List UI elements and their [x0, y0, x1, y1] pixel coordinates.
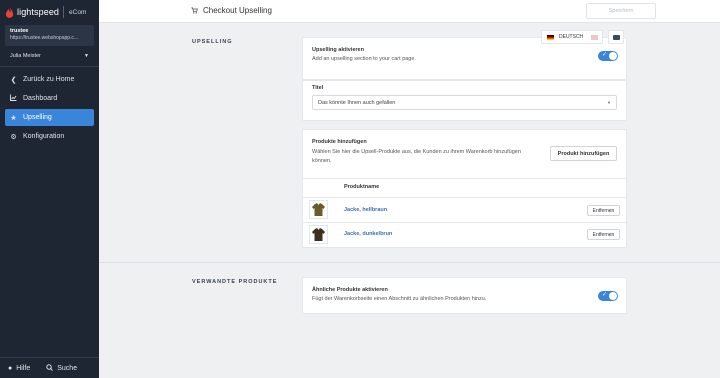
language-label: DEUTSCH	[559, 34, 584, 40]
table-divider	[302, 197, 627, 198]
related-products-description: Fügt der Warenkorbseite einen Abschnitt …	[312, 296, 487, 302]
section-label-related-products: VERWANDTE PRODUKTE	[192, 279, 278, 285]
products-title: Produkte hinzufügen	[312, 139, 367, 145]
sidebar-item-label: Dashboard	[23, 95, 58, 102]
toggle-knob	[609, 52, 617, 60]
activate-upselling-title: Upselling aktivieren	[312, 47, 364, 53]
shop-name: trustee	[10, 28, 29, 34]
sidebar-item-upselling[interactable]: ★ Upselling	[5, 109, 94, 126]
title-label: Titel	[312, 85, 324, 91]
related-products-title: Ähnliche Produkte aktivieren	[312, 287, 388, 293]
help-label: Hilfe	[16, 364, 31, 372]
add-product-button[interactable]: Produkt hinzufügen	[550, 146, 617, 161]
language-switcher[interactable]: DEUTSCH	[541, 30, 603, 44]
save-button[interactable]: Speichern	[586, 3, 656, 19]
product-link[interactable]: Jacke, dunkelbrun	[344, 231, 392, 237]
lightspeed-logo-icon	[5, 6, 14, 18]
brand-name: lightspeed	[17, 7, 60, 17]
page-title: Checkout Upselling	[203, 6, 272, 15]
jacket-icon	[312, 228, 325, 241]
caret-down-icon: ▼	[84, 53, 89, 59]
product-link[interactable]: Jacke, hellbraun	[344, 207, 387, 213]
section-label-upselling: UPSELLING	[192, 39, 233, 45]
brand-product: eCom	[69, 8, 87, 16]
related-products-toggle[interactable]: ✓	[598, 291, 618, 301]
german-flag-icon	[547, 34, 554, 40]
table-divider	[302, 222, 627, 223]
shop-url: https://trustee.webshopapp.c...	[10, 35, 79, 41]
sidebar-nav: ❮ Zurück zu Home Dashboard ★ Upselling ⚙…	[0, 71, 99, 145]
cart-icon	[191, 7, 198, 14]
chat-icon	[612, 34, 620, 40]
section-divider	[99, 262, 720, 263]
sidebar-item-label: Upselling	[23, 114, 52, 121]
check-icon: ✓	[602, 292, 608, 298]
user-menu[interactable]: Julia Meister ▼	[5, 49, 94, 63]
gear-icon: ⚙	[10, 133, 17, 141]
shop-switcher[interactable]: trustee https://trustee.webshopapp.c...	[5, 25, 94, 46]
check-icon: ✓	[602, 52, 608, 58]
table-divider	[302, 178, 627, 179]
chart-icon	[9, 94, 18, 103]
sidebar-item-configuration[interactable]: ⚙ Konfiguration	[5, 128, 94, 145]
sidebar-divider	[0, 66, 99, 67]
remove-product-button[interactable]: Entfernen	[587, 229, 620, 240]
activate-upselling-toggle[interactable]: ✓	[598, 51, 618, 61]
product-thumbnail	[309, 225, 328, 244]
chevron-left-icon: ❮	[10, 76, 17, 84]
topbar: Checkout Upselling Speichern	[99, 0, 720, 23]
title-select[interactable]: Das könnte Ihnen auch gefallen ▼	[312, 95, 617, 110]
sidebar: lightspeed eCom trustee https://trustee.…	[0, 0, 99, 378]
help-button[interactable]: ● Hilfe	[8, 365, 30, 372]
activate-upselling-description: Add an upselling section to your cart pa…	[312, 56, 416, 62]
chat-button[interactable]	[608, 30, 624, 44]
user-name: Julia Meister	[10, 53, 41, 59]
sidebar-item-label: Zurück zu Home	[23, 76, 75, 83]
star-icon: ★	[10, 114, 17, 122]
help-icon: ●	[8, 364, 13, 372]
column-header-product-name: Produktname	[344, 184, 380, 190]
search-icon	[46, 363, 54, 373]
brand[interactable]: lightspeed eCom	[0, 0, 99, 24]
products-description: Wählen Sie hier die Upsell-Produkte aus,…	[312, 149, 521, 164]
product-thumbnail	[309, 200, 328, 219]
jacket-icon	[312, 203, 325, 216]
brand-separator	[63, 6, 65, 18]
sidebar-item-dashboard[interactable]: Dashboard	[5, 90, 94, 107]
search-button[interactable]: Suche	[46, 363, 78, 373]
remove-product-button[interactable]: Entfernen	[587, 205, 620, 216]
chevron-down-icon: ▼	[607, 100, 611, 105]
sidebar-item-back-home[interactable]: ❮ Zurück zu Home	[5, 71, 94, 88]
sidebar-item-label: Konfiguration	[23, 133, 65, 140]
toggle-knob	[609, 292, 617, 300]
title-select-value: Das könnte Ihnen auch gefallen	[318, 99, 396, 106]
search-label: Suche	[57, 364, 78, 372]
uk-flag-icon[interactable]	[591, 34, 599, 40]
sidebar-footer: ● Hilfe Suche	[0, 357, 99, 378]
